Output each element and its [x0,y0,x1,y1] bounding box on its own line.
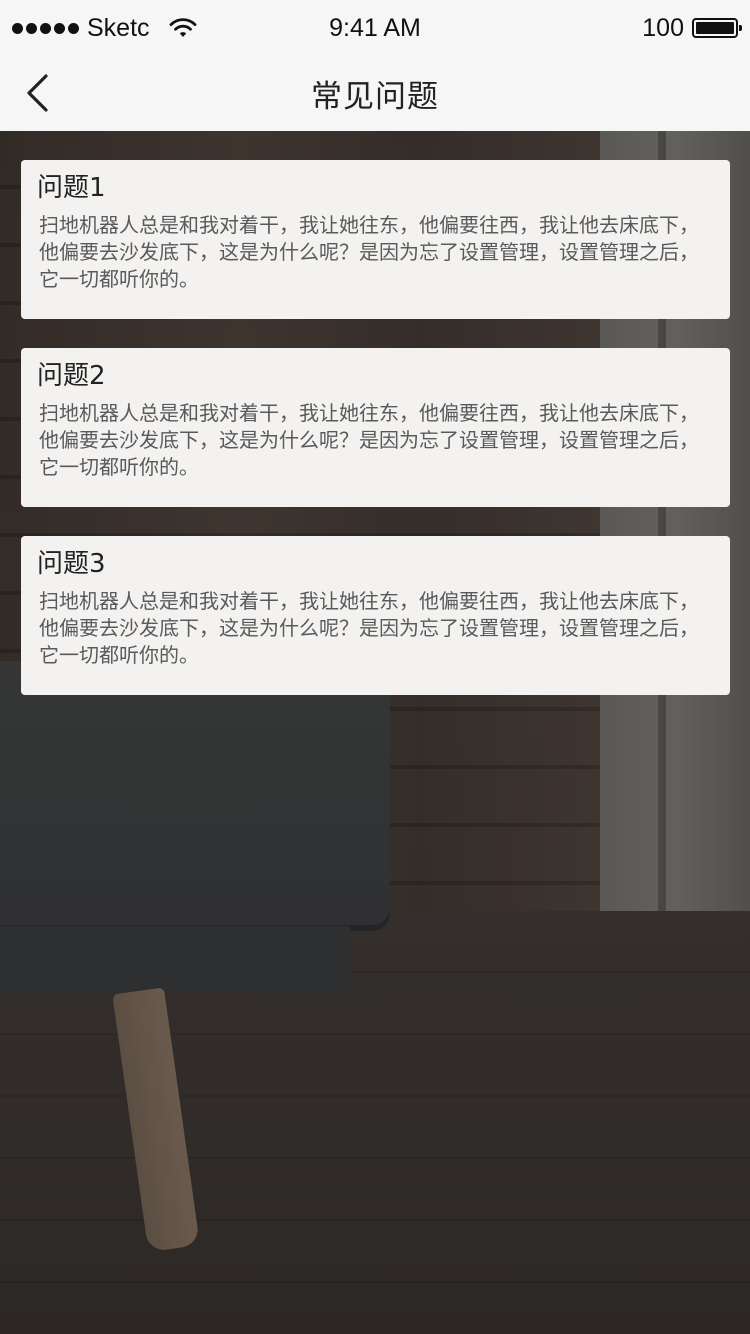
back-button[interactable] [14,70,60,116]
faq-question-title: 问题1 [37,173,106,203]
nav-bar: 常见问题 [0,56,750,131]
faq-item-3[interactable]: 问题3 扫地机器人总是和我对着干，我让她往东，他偏要往西，我让他去床底下，他偏要… [21,536,730,695]
status-right: 100 [642,12,742,44]
status-time: 9:41 AM [329,14,421,42]
chevron-left-icon [27,74,48,112]
status-bar: Sketc 9:41 AM 100 [0,0,750,56]
faq-item-2[interactable]: 问题2 扫地机器人总是和我对着干，我让她往东，他偏要往西，我让他去床底下，他偏要… [21,348,730,507]
faq-item-1[interactable]: 问题1 扫地机器人总是和我对着干，我让她往东，他偏要往西，我让他去床底下，他偏要… [21,160,730,319]
battery-icon [692,18,742,38]
faq-answer-text: 扫地机器人总是和我对着干，我让她往东，他偏要往西，我让他去床底下，他偏要去沙发底… [39,401,699,479]
page-title: 常见问题 [311,79,439,115]
faq-list: 问题1 扫地机器人总是和我对着干，我让她往东，他偏要往西，我让他去床底下，他偏要… [21,160,730,724]
faq-answer-text: 扫地机器人总是和我对着干，我让她往东，他偏要往西，我让他去床底下，他偏要去沙发底… [39,213,699,291]
battery-percent: 100 [642,13,684,42]
faq-question-title: 问题3 [37,549,106,579]
faq-question-title: 问题2 [37,361,106,391]
faq-answer-text: 扫地机器人总是和我对着干，我让她往东，他偏要往西，我让他去床底下，他偏要去沙发底… [39,589,699,667]
